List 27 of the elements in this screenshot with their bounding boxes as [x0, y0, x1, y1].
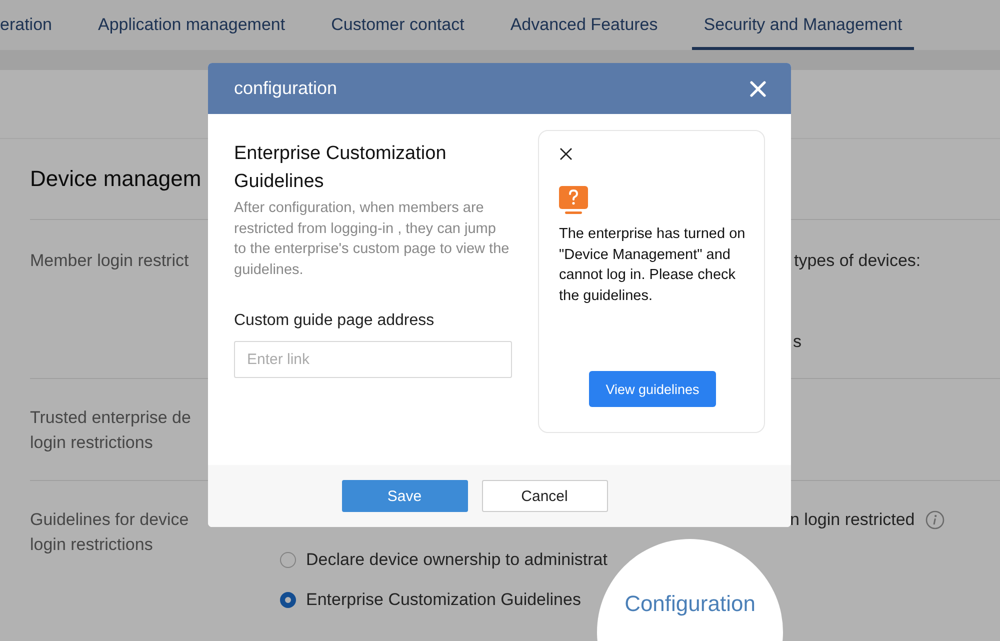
tab[interactable]: Application management — [86, 0, 298, 50]
setting-text: n login restricted — [790, 509, 915, 531]
tab[interactable]: Customer contact — [319, 0, 476, 50]
row-label: Guidelines for device — [30, 509, 189, 531]
row-label: Trusted enterprise de — [30, 407, 191, 429]
setting-text: s — [793, 331, 802, 353]
row-label: Member login restrict — [30, 250, 189, 272]
dialog-heading: Enterprise Customization Guidelines — [234, 142, 448, 194]
cancel-button[interactable]: Cancel — [482, 480, 608, 512]
setting-text: types of devices: — [794, 250, 921, 272]
view-guidelines-button[interactable]: View guidelines — [589, 371, 716, 407]
field-label: Custom guide page address — [234, 312, 434, 330]
close-icon[interactable] — [560, 148, 572, 160]
radio-option[interactable]: Enterprise Customization Guidelines — [280, 587, 581, 612]
configuration-link[interactable]: Configuration — [624, 591, 756, 617]
radio-button[interactable] — [280, 552, 296, 568]
link-input-field[interactable]: Enter link — [234, 341, 512, 378]
save-button[interactable]: Save — [342, 480, 468, 512]
info-icon — [924, 510, 945, 530]
preview-message: The enterprise has turned on "Device Management" and cannot log in. Please check the guidelines. — [559, 225, 746, 306]
row-label: login restrictions — [30, 432, 153, 454]
tab[interactable]: eration — [0, 0, 64, 50]
tab[interactable]: Advanced Features — [498, 0, 670, 50]
dialog-title: configuration — [234, 78, 338, 99]
radio-button[interactable] — [280, 592, 296, 608]
monitor-question-icon — [559, 186, 588, 214]
row-label: login restrictions — [30, 534, 153, 556]
